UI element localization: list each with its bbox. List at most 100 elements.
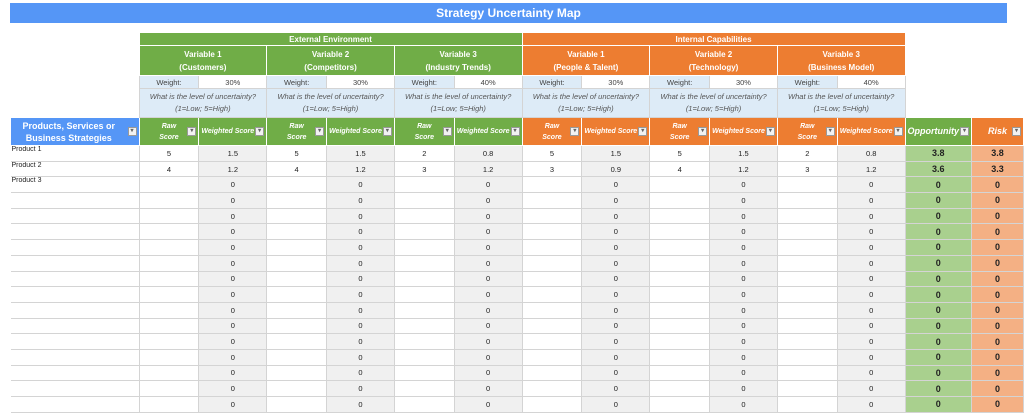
raw-score-cell[interactable]: 5 xyxy=(138,145,200,162)
weighted-score-cell[interactable]: 0 xyxy=(326,239,395,256)
raw-score-cell[interactable] xyxy=(521,192,583,209)
opportunity-cell[interactable]: 3.6 xyxy=(904,160,973,178)
raw-score-cell[interactable] xyxy=(776,317,838,335)
weighted-score-cell[interactable]: 0 xyxy=(326,364,395,382)
raw-score-cell[interactable] xyxy=(649,348,711,366)
weighted-score-cell[interactable]: 0.8 xyxy=(453,145,523,162)
weighted-score-cell[interactable]: 0 xyxy=(198,348,268,366)
raw-score-cell[interactable] xyxy=(521,254,583,272)
weighted-score-cell[interactable]: 0 xyxy=(326,396,395,413)
filter-dropdown-icon[interactable]: ▾ xyxy=(893,127,903,136)
opportunity-cell[interactable]: 0 xyxy=(904,176,973,194)
weighted-score-cell[interactable]: 0 xyxy=(453,364,523,382)
raw-score-cell[interactable] xyxy=(776,301,838,319)
weighted-score-cell[interactable]: 0 xyxy=(709,317,778,335)
raw-score-cell[interactable] xyxy=(649,317,711,335)
weighted-score-cell[interactable]: 0 xyxy=(581,396,651,413)
weighted-score-cell[interactable]: 0.9 xyxy=(581,160,651,178)
raw-score-cell[interactable] xyxy=(521,239,583,256)
row-label[interactable]: Product 3 xyxy=(10,176,140,194)
weighted-score-cell[interactable]: 0 xyxy=(836,223,906,241)
weighted-score-cell[interactable]: 0 xyxy=(581,254,651,272)
weighted-score-cell[interactable]: 0 xyxy=(453,396,523,413)
weighted-score-cell[interactable]: 0 xyxy=(198,223,268,241)
weighted-score-cell[interactable]: 0 xyxy=(326,348,395,366)
filter-dropdown-icon[interactable]: ▾ xyxy=(255,127,265,136)
raw-score-cell[interactable] xyxy=(266,333,328,350)
raw-score-cell[interactable] xyxy=(266,286,328,303)
raw-score-cell[interactable] xyxy=(649,270,711,288)
weight-input[interactable]: 40% xyxy=(836,75,906,89)
weighted-score-cell[interactable]: 0 xyxy=(453,348,523,366)
risk-cell[interactable]: 0 xyxy=(971,364,1024,382)
weighted-score-cell[interactable]: 0 xyxy=(326,176,395,194)
row-label[interactable] xyxy=(10,317,140,335)
weighted-score-cell[interactable]: 0 xyxy=(198,286,268,303)
weighted-score-cell[interactable]: 0 xyxy=(453,301,523,319)
raw-score-cell[interactable] xyxy=(521,207,583,225)
column-header-products[interactable]: Products, Services or Business Strategie… xyxy=(10,117,140,146)
weighted-score-cell[interactable]: 0 xyxy=(709,396,778,413)
raw-score-cell[interactable] xyxy=(776,396,838,413)
raw-score-cell[interactable] xyxy=(776,192,838,209)
weighted-score-cell[interactable]: 0 xyxy=(581,348,651,366)
raw-score-cell[interactable]: 4 xyxy=(138,160,200,178)
weighted-score-cell[interactable]: 0 xyxy=(198,301,268,319)
risk-cell[interactable]: 0 xyxy=(971,192,1024,209)
filter-dropdown-icon[interactable]: ▾ xyxy=(765,127,775,136)
raw-score-cell[interactable] xyxy=(649,396,711,413)
opportunity-cell[interactable]: 0 xyxy=(904,286,973,303)
raw-score-cell[interactable] xyxy=(776,239,838,256)
raw-score-cell[interactable]: 4 xyxy=(649,160,711,178)
raw-score-cell[interactable] xyxy=(138,239,200,256)
raw-score-cell[interactable] xyxy=(138,286,200,303)
weighted-score-cell[interactable]: 0 xyxy=(581,333,651,350)
weighted-score-cell[interactable]: 0 xyxy=(581,176,651,194)
weighted-score-cell[interactable]: 1.5 xyxy=(326,145,395,162)
filter-dropdown-icon[interactable]: ▾ xyxy=(638,127,648,136)
opportunity-cell[interactable]: 0 xyxy=(904,207,973,225)
raw-score-cell[interactable] xyxy=(393,348,455,366)
risk-cell[interactable]: 0 xyxy=(971,270,1024,288)
raw-score-cell[interactable] xyxy=(521,317,583,335)
weighted-score-cell[interactable]: 0 xyxy=(836,364,906,382)
opportunity-cell[interactable]: 0 xyxy=(904,301,973,319)
raw-score-cell[interactable] xyxy=(266,317,328,335)
column-header-risk[interactable]: Risk ▾ xyxy=(971,117,1024,146)
row-label[interactable] xyxy=(10,223,140,241)
filter-dropdown-icon[interactable]: ▾ xyxy=(825,127,835,136)
risk-cell[interactable]: 0 xyxy=(971,286,1024,303)
raw-score-cell[interactable] xyxy=(138,207,200,225)
raw-score-cell[interactable] xyxy=(266,380,328,397)
weighted-score-cell[interactable]: 0 xyxy=(709,301,778,319)
raw-score-cell[interactable] xyxy=(138,333,200,350)
raw-score-cell[interactable]: 3 xyxy=(393,160,455,178)
weighted-score-cell[interactable]: 0 xyxy=(709,364,778,382)
raw-score-cell[interactable] xyxy=(649,286,711,303)
weight-input[interactable]: 40% xyxy=(453,75,523,89)
opportunity-cell[interactable]: 0 xyxy=(904,396,973,413)
raw-score-cell[interactable] xyxy=(393,364,455,382)
raw-score-cell[interactable] xyxy=(266,176,328,194)
weighted-score-cell[interactable]: 0 xyxy=(198,176,268,194)
row-label[interactable]: Product 1 xyxy=(10,145,140,162)
raw-score-cell[interactable] xyxy=(776,223,838,241)
raw-score-cell[interactable] xyxy=(138,396,200,413)
weighted-score-cell[interactable]: 0 xyxy=(836,254,906,272)
row-label[interactable] xyxy=(10,239,140,256)
opportunity-cell[interactable]: 0 xyxy=(904,380,973,397)
opportunity-cell[interactable]: 0 xyxy=(904,192,973,209)
weighted-score-cell[interactable]: 0 xyxy=(198,192,268,209)
risk-cell[interactable]: 3.8 xyxy=(971,145,1024,162)
weighted-score-cell[interactable]: 0 xyxy=(326,270,395,288)
column-header-weighted-score[interactable]: Weighted Score ▾ xyxy=(453,117,523,146)
opportunity-cell[interactable]: 3.8 xyxy=(904,145,973,162)
weighted-score-cell[interactable]: 0 xyxy=(709,333,778,350)
raw-score-cell[interactable]: 5 xyxy=(521,145,583,162)
weighted-score-cell[interactable]: 0 xyxy=(836,207,906,225)
risk-cell[interactable]: 0 xyxy=(971,380,1024,397)
raw-score-cell[interactable] xyxy=(393,254,455,272)
risk-cell[interactable]: 0 xyxy=(971,317,1024,335)
row-label[interactable]: Product 2 xyxy=(10,160,140,178)
filter-dropdown-icon[interactable]: ▾ xyxy=(570,127,580,136)
